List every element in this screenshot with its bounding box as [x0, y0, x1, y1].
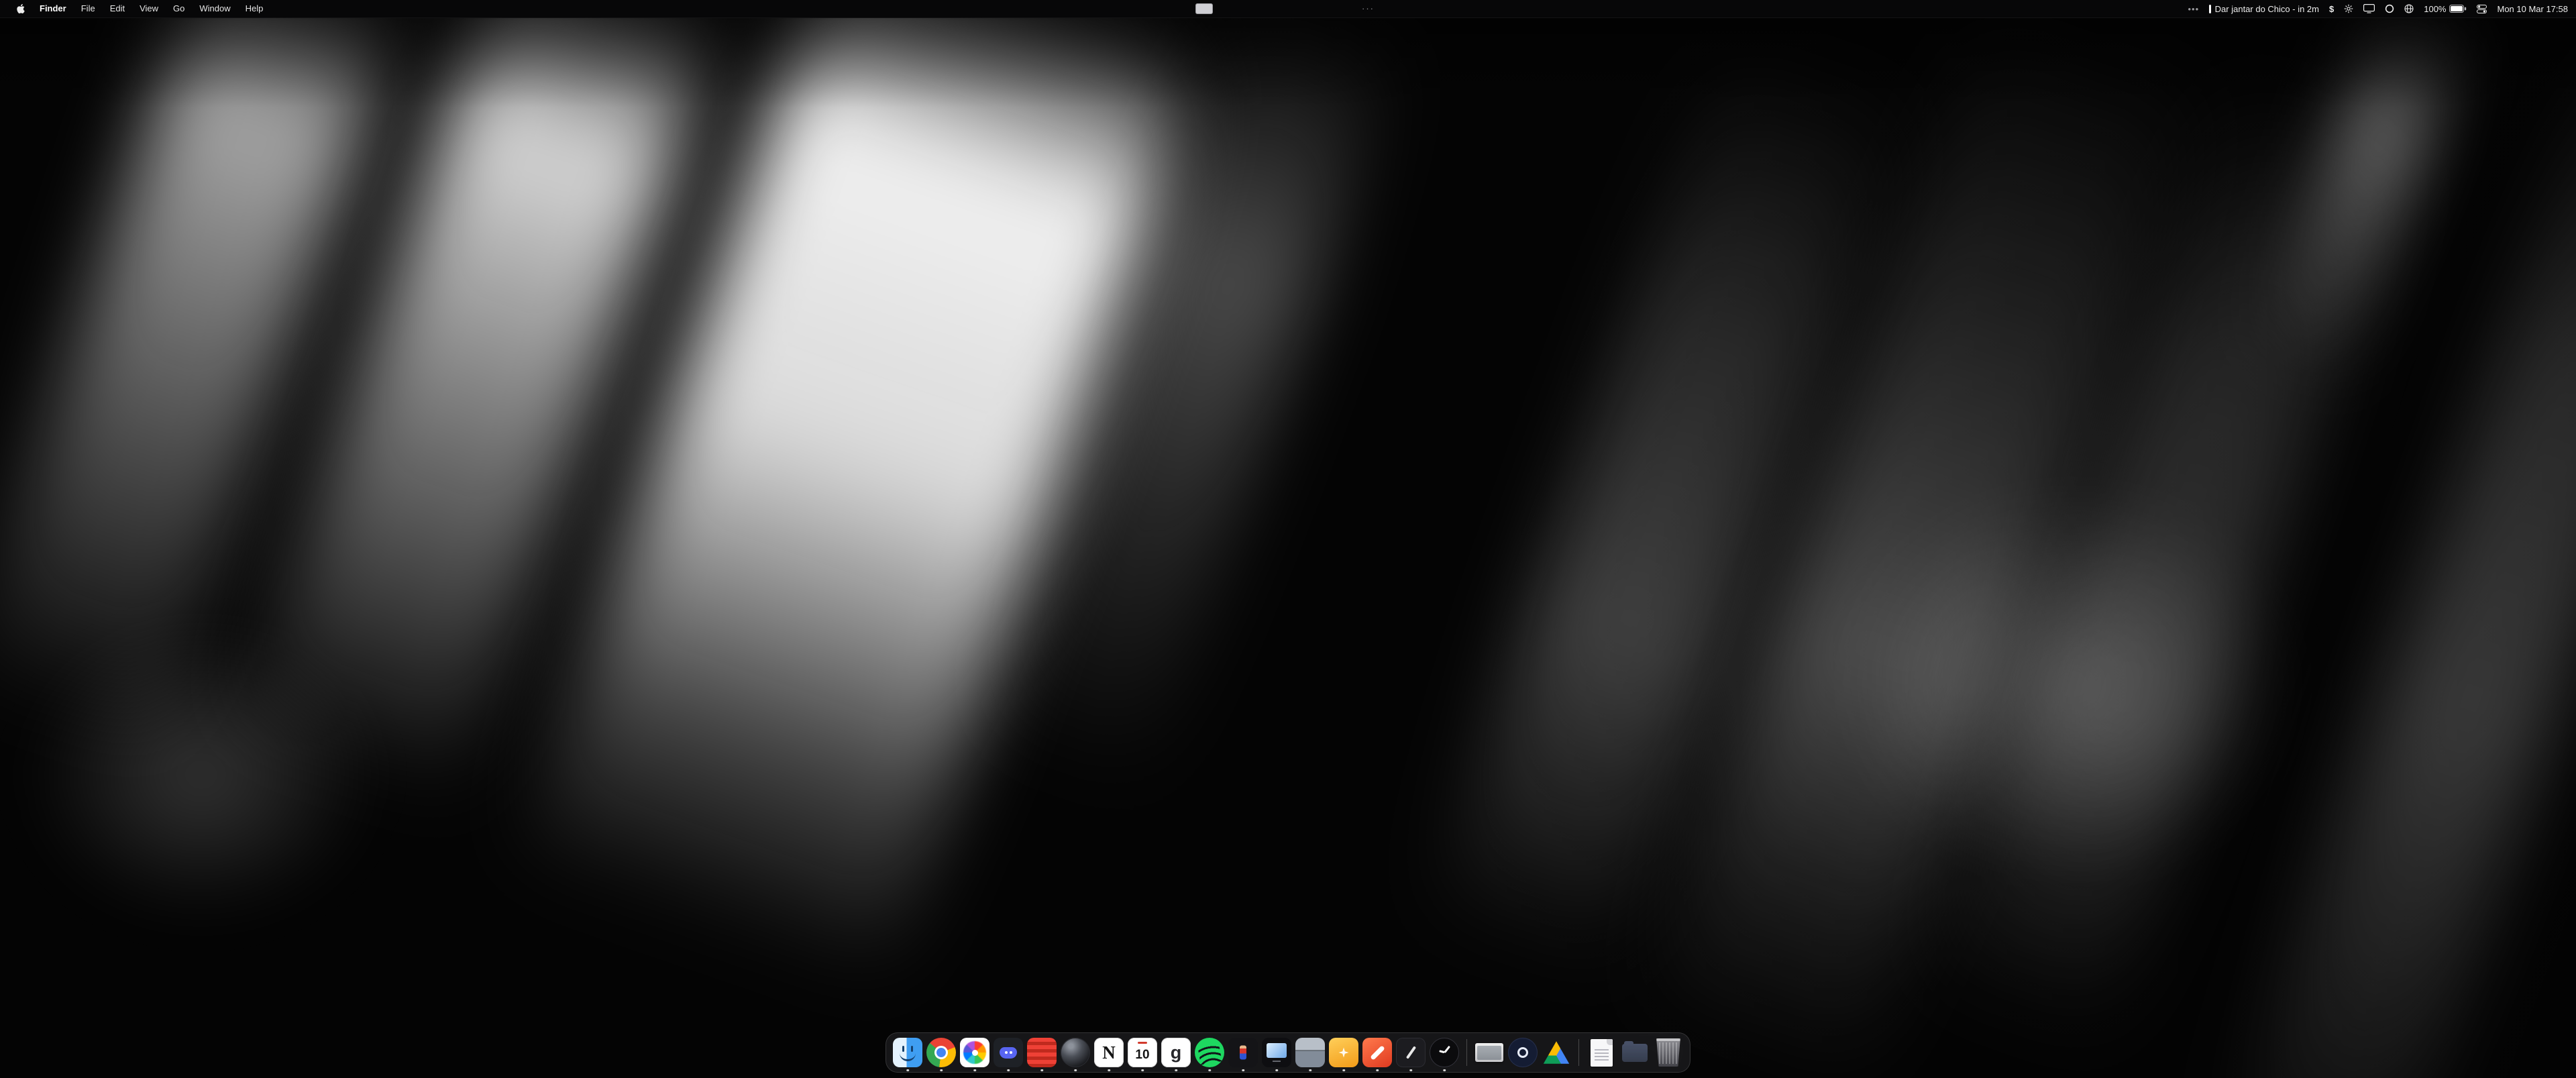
desktop: Finder File Edit View Go Window Help ···…: [0, 0, 2576, 1078]
dock-calendar[interactable]: 10: [1128, 1038, 1157, 1067]
control-center-icon[interactable]: [2477, 5, 2487, 13]
calendar-day-number: 10: [1128, 1038, 1157, 1070]
dock-document-file[interactable]: [1587, 1038, 1616, 1067]
trash-icon: [1656, 1038, 1681, 1067]
athlete-app-icon: [1228, 1038, 1258, 1067]
dock-separator: [1466, 1039, 1467, 1066]
dock-area: N 10 g: [0, 1032, 2576, 1073]
dock-dark-slash-app[interactable]: [1396, 1038, 1426, 1067]
wallpaper: [0, 0, 2576, 1078]
dock-finder[interactable]: [893, 1038, 922, 1067]
calendar-event-item[interactable]: Dar jantar do Chico - in 2m: [2209, 4, 2319, 14]
dock-granola[interactable]: g: [1161, 1038, 1191, 1067]
battery-percent: 100%: [2424, 4, 2446, 14]
finder-icon: [893, 1038, 922, 1067]
menu-edit[interactable]: Edit: [103, 0, 132, 17]
menu-file[interactable]: File: [74, 0, 103, 17]
dock-dark-sphere-app[interactable]: [1061, 1038, 1090, 1067]
menu-bar-status: ••• Dar jantar do Chico - in 2m $ 100%: [2188, 4, 2576, 14]
menu-clock[interactable]: Mon 10 Mar 17:58: [2497, 4, 2568, 14]
event-color-bar: [2209, 5, 2211, 13]
notion-letter: N: [1094, 1038, 1124, 1067]
yellow-star-app-icon: [1329, 1038, 1358, 1067]
dock-discord[interactable]: [994, 1038, 1023, 1067]
dock-google-drive[interactable]: [1542, 1038, 1571, 1067]
dock-athlete-app[interactable]: [1228, 1038, 1258, 1067]
dock-password-app[interactable]: [1508, 1038, 1538, 1067]
granola-icon: g: [1161, 1038, 1191, 1067]
colorful-pinwheel-icon: [960, 1038, 989, 1067]
password-ring-icon: [1508, 1038, 1538, 1067]
dock-screenshot-thumbnail[interactable]: [1474, 1038, 1504, 1067]
dock-spotify[interactable]: [1195, 1038, 1224, 1067]
menu-finder[interactable]: Finder: [32, 0, 74, 17]
dock-yellow-app[interactable]: [1329, 1038, 1358, 1067]
granola-letter: g: [1161, 1038, 1191, 1067]
dock-trash[interactable]: [1654, 1038, 1683, 1067]
dollar-menu-icon[interactable]: $: [2329, 4, 2334, 14]
gear-menu-icon[interactable]: [2344, 4, 2353, 13]
gray-box-app-icon: [1295, 1038, 1325, 1067]
event-text: Dar jantar do Chico - in 2m: [2215, 4, 2319, 14]
dock-clock-app[interactable]: [1430, 1038, 1459, 1067]
dock-tv-app[interactable]: [1262, 1038, 1291, 1067]
chrome-icon: [926, 1038, 956, 1067]
calendar-icon: 10: [1128, 1038, 1157, 1067]
dock-pen-app[interactable]: [1362, 1038, 1392, 1067]
wallpaper-shade: [0, 0, 2576, 1078]
folder-icon: [1622, 1044, 1648, 1062]
screenshot-thumbnail: [1475, 1043, 1503, 1062]
dock-box-app[interactable]: [1295, 1038, 1325, 1067]
dock-red-app[interactable]: [1027, 1038, 1057, 1067]
clock-dial-app-icon: [1430, 1038, 1459, 1067]
dock-folder[interactable]: [1620, 1038, 1650, 1067]
globe-menu-icon[interactable]: [2404, 4, 2414, 13]
dock-notion[interactable]: N: [1094, 1038, 1124, 1067]
discord-icon: [994, 1038, 1023, 1067]
ring-menu-icon[interactable]: [2385, 4, 2394, 13]
menu-bar-left: Finder File Edit View Go Window Help: [0, 0, 270, 17]
battery-icon: [2449, 5, 2467, 13]
athlete-figure: [1240, 1046, 1246, 1060]
dock-separator: [1578, 1039, 1579, 1066]
dock: N 10 g: [885, 1032, 1690, 1073]
menu-view[interactable]: View: [132, 0, 166, 17]
dock-chrome[interactable]: [926, 1038, 956, 1067]
spotify-icon: [1195, 1038, 1224, 1067]
orange-pen-app-icon: [1362, 1038, 1392, 1067]
tv-screen-app-icon: [1262, 1038, 1291, 1067]
google-drive-icon: [1543, 1041, 1570, 1065]
hidden-items-indicator[interactable]: ···: [1362, 0, 1375, 17]
menu-window[interactable]: Window: [192, 0, 237, 17]
notion-icon: N: [1094, 1038, 1124, 1067]
now-playing-widget[interactable]: [1195, 3, 1213, 14]
apple-logo-icon: [16, 4, 25, 13]
dark-slash-app-icon: [1396, 1038, 1426, 1067]
apple-menu[interactable]: [9, 4, 32, 13]
menu-go[interactable]: Go: [166, 0, 192, 17]
menu-help[interactable]: Help: [238, 0, 271, 17]
menu-bar: Finder File Edit View Go Window Help ···…: [0, 0, 2576, 18]
overflow-menu[interactable]: •••: [2188, 4, 2200, 14]
dark-sphere-app-icon: [1061, 1038, 1090, 1067]
display-menu-icon[interactable]: [2363, 4, 2375, 13]
battery-indicator[interactable]: 100%: [2424, 4, 2467, 14]
red-striped-app-icon: [1027, 1038, 1057, 1067]
dock-photos-grid[interactable]: [960, 1038, 989, 1067]
document-icon: [1591, 1039, 1613, 1067]
